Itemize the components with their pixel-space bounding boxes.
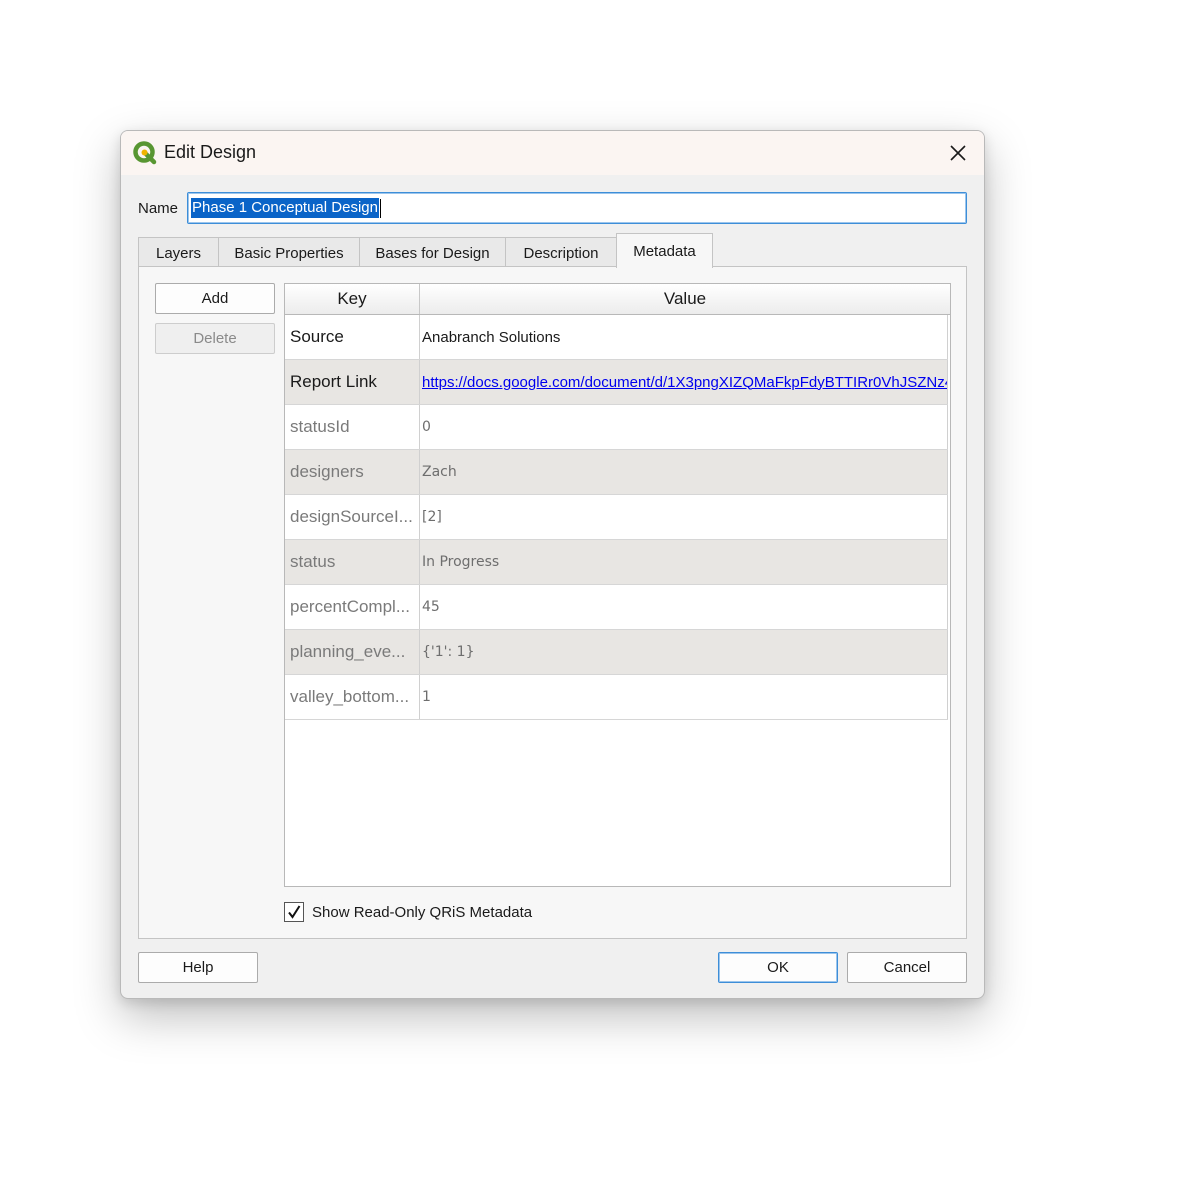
table-row[interactable]: statusId 0: [285, 405, 948, 450]
window-title: Edit Design: [164, 142, 257, 162]
name-input[interactable]: Phase 1 Conceptual Design: [187, 192, 967, 224]
report-link[interactable]: https://docs.google.com/document/d/1X3pn…: [422, 374, 947, 391]
show-readonly-label[interactable]: Show Read-Only QRiS Metadata: [312, 904, 532, 921]
close-button[interactable]: [942, 137, 974, 169]
column-header-value[interactable]: Value: [420, 284, 950, 314]
metadata-panel: Add Delete Key Value Source Anabranch So…: [138, 266, 967, 939]
key-cell[interactable]: designers: [285, 450, 420, 494]
value-cell[interactable]: 45: [421, 585, 948, 629]
help-button[interactable]: Help: [138, 952, 258, 983]
key-cell[interactable]: planning_eve...: [285, 630, 420, 674]
value-cell[interactable]: 0: [421, 405, 948, 449]
value-cell[interactable]: https://docs.google.com/document/d/1X3pn…: [421, 360, 948, 404]
table-row[interactable]: designSourceI... [2]: [285, 495, 948, 540]
column-header-key[interactable]: Key: [285, 284, 420, 314]
key-cell[interactable]: designSourceI...: [285, 495, 420, 539]
tab-metadata[interactable]: Metadata: [616, 233, 713, 268]
add-button[interactable]: Add: [155, 283, 275, 314]
table-header: Key Value: [285, 284, 950, 315]
checkmark-icon: [288, 905, 301, 919]
show-readonly-checkbox[interactable]: [284, 902, 304, 922]
metadata-table: Key Value Source Anabranch Solutions Rep…: [284, 283, 951, 887]
tab-basic-properties[interactable]: Basic Properties: [218, 237, 360, 268]
text-caret: [379, 198, 381, 218]
key-cell[interactable]: status: [285, 540, 420, 584]
table-row[interactable]: planning_eve... {'1': 1}: [285, 630, 948, 675]
tab-label: Description: [523, 244, 599, 262]
tab-label: Bases for Design: [375, 244, 490, 262]
tab-bases-for-design[interactable]: Bases for Design: [359, 237, 506, 268]
tab-label: Metadata: [633, 242, 696, 260]
close-icon: [950, 145, 966, 161]
name-label: Name: [138, 200, 179, 217]
value-cell[interactable]: In Progress: [421, 540, 948, 584]
edit-design-dialog: Edit Design Name Phase 1 Conceptual Desi…: [120, 130, 985, 999]
qgis-logo-icon: [133, 141, 157, 165]
table-row[interactable]: valley_bottom... 1: [285, 675, 948, 720]
value-cell[interactable]: Anabranch Solutions: [421, 315, 948, 359]
name-input-value: Phase 1 Conceptual Design: [191, 198, 379, 218]
key-cell[interactable]: Report Link: [285, 360, 420, 404]
key-cell[interactable]: Source: [285, 315, 420, 359]
table-body: Source Anabranch Solutions Report Link h…: [285, 315, 948, 720]
tab-label: Basic Properties: [234, 244, 344, 262]
table-row[interactable]: designers Zach: [285, 450, 948, 495]
ok-button[interactable]: OK: [718, 952, 838, 983]
table-row[interactable]: percentCompl... 45: [285, 585, 948, 630]
tab-label: Layers: [155, 244, 202, 262]
cancel-button[interactable]: Cancel: [847, 952, 967, 983]
table-row[interactable]: status In Progress: [285, 540, 948, 585]
value-cell[interactable]: [2]: [421, 495, 948, 539]
key-cell[interactable]: valley_bottom...: [285, 675, 420, 719]
show-readonly-toggle[interactable]: Show Read-Only QRiS Metadata: [284, 900, 532, 924]
table-row[interactable]: Source Anabranch Solutions: [285, 315, 948, 360]
title-bar: Edit Design: [121, 131, 984, 175]
value-cell[interactable]: {'1': 1}: [421, 630, 948, 674]
tab-layers[interactable]: Layers: [138, 237, 219, 268]
key-cell[interactable]: percentCompl...: [285, 585, 420, 629]
table-row[interactable]: Report Link https://docs.google.com/docu…: [285, 360, 948, 405]
tab-description[interactable]: Description: [505, 237, 617, 268]
delete-button[interactable]: Delete: [155, 323, 275, 354]
key-cell[interactable]: statusId: [285, 405, 420, 449]
value-cell[interactable]: 1: [421, 675, 948, 719]
value-cell[interactable]: Zach: [421, 450, 948, 494]
